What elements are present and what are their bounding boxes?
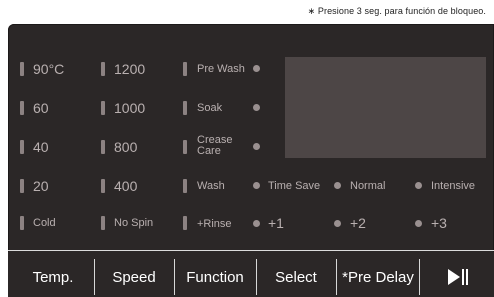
speed-indicator-400 <box>101 179 105 193</box>
temp-indicator-cold <box>20 216 24 230</box>
temp-indicator-90 <box>20 62 24 76</box>
speed-option-800: 800 <box>114 139 138 155</box>
wash-option-timesave: Time Save <box>268 180 321 192</box>
function-indicator-rinse <box>183 216 187 230</box>
speed-indicator-1200 <box>101 62 105 76</box>
rinse-option-1: +1 <box>268 215 284 231</box>
function-option-prewash: Pre Wash <box>197 63 245 75</box>
digital-display <box>285 57 486 158</box>
wash-option-intensive: Intensive <box>431 180 476 192</box>
temp-option-cold: Cold <box>33 217 56 229</box>
soak-led-dot <box>253 104 260 111</box>
temp-option-90: 90°C <box>33 61 65 77</box>
speed-option-nospin: No Spin <box>114 217 154 229</box>
function-indicator-prewash <box>183 62 187 76</box>
speed-option-1200: 1200 <box>114 61 146 77</box>
rinse-option-3: +3 <box>431 215 447 231</box>
speed-option-400: 400 <box>114 178 138 194</box>
normal-led-dot <box>334 182 341 189</box>
function-option-wash: Wash <box>197 180 225 192</box>
function-option-rinse: +Rinse <box>197 218 232 230</box>
rinse-option-2: +2 <box>350 215 366 231</box>
button-separator <box>174 259 175 295</box>
function-button[interactable]: Function <box>176 259 254 295</box>
function-option-creasecare: Crease Care <box>197 134 233 157</box>
lock-instruction-note: ∗ Presione 3 seg. para función de bloque… <box>307 6 486 16</box>
temp-indicator-60 <box>20 101 24 115</box>
temp-option-60: 60 <box>33 100 49 116</box>
wash-led-dot <box>253 182 260 189</box>
temp-indicator-40 <box>20 140 24 154</box>
speed-indicator-800 <box>101 140 105 154</box>
button-separator <box>94 259 95 295</box>
button-separator <box>419 259 420 295</box>
function-option-soak: Soak <box>197 102 223 114</box>
prewash-led-dot <box>253 65 260 72</box>
speed-indicator-nospin <box>101 216 105 230</box>
wash-option-normal: Normal <box>350 180 386 192</box>
play-pause-icon <box>447 268 469 286</box>
button-bar-divider <box>8 250 494 251</box>
temp-option-20: 20 <box>33 178 49 194</box>
intensive-led-dot <box>415 182 422 189</box>
predelay-button[interactable]: *Pre Delay <box>338 259 418 295</box>
button-separator <box>256 259 257 295</box>
speed-indicator-1000 <box>101 101 105 115</box>
temp-option-40: 40 <box>33 139 49 155</box>
function-indicator-soak <box>183 101 187 115</box>
start-pause-button[interactable] <box>421 259 494 295</box>
rinse2-led-dot <box>334 220 341 227</box>
function-indicator-creasecare <box>183 140 187 154</box>
select-button[interactable]: Select <box>258 259 334 295</box>
creasecare-led-dot <box>253 143 260 150</box>
function-indicator-wash <box>183 179 187 193</box>
button-separator <box>336 259 337 295</box>
rinse-led-dot <box>253 220 260 227</box>
rinse3-led-dot <box>415 220 422 227</box>
speed-button[interactable]: Speed <box>96 259 172 295</box>
temp-indicator-20 <box>20 179 24 193</box>
temp-button[interactable]: Temp. <box>14 259 92 295</box>
speed-option-1000: 1000 <box>114 100 146 116</box>
